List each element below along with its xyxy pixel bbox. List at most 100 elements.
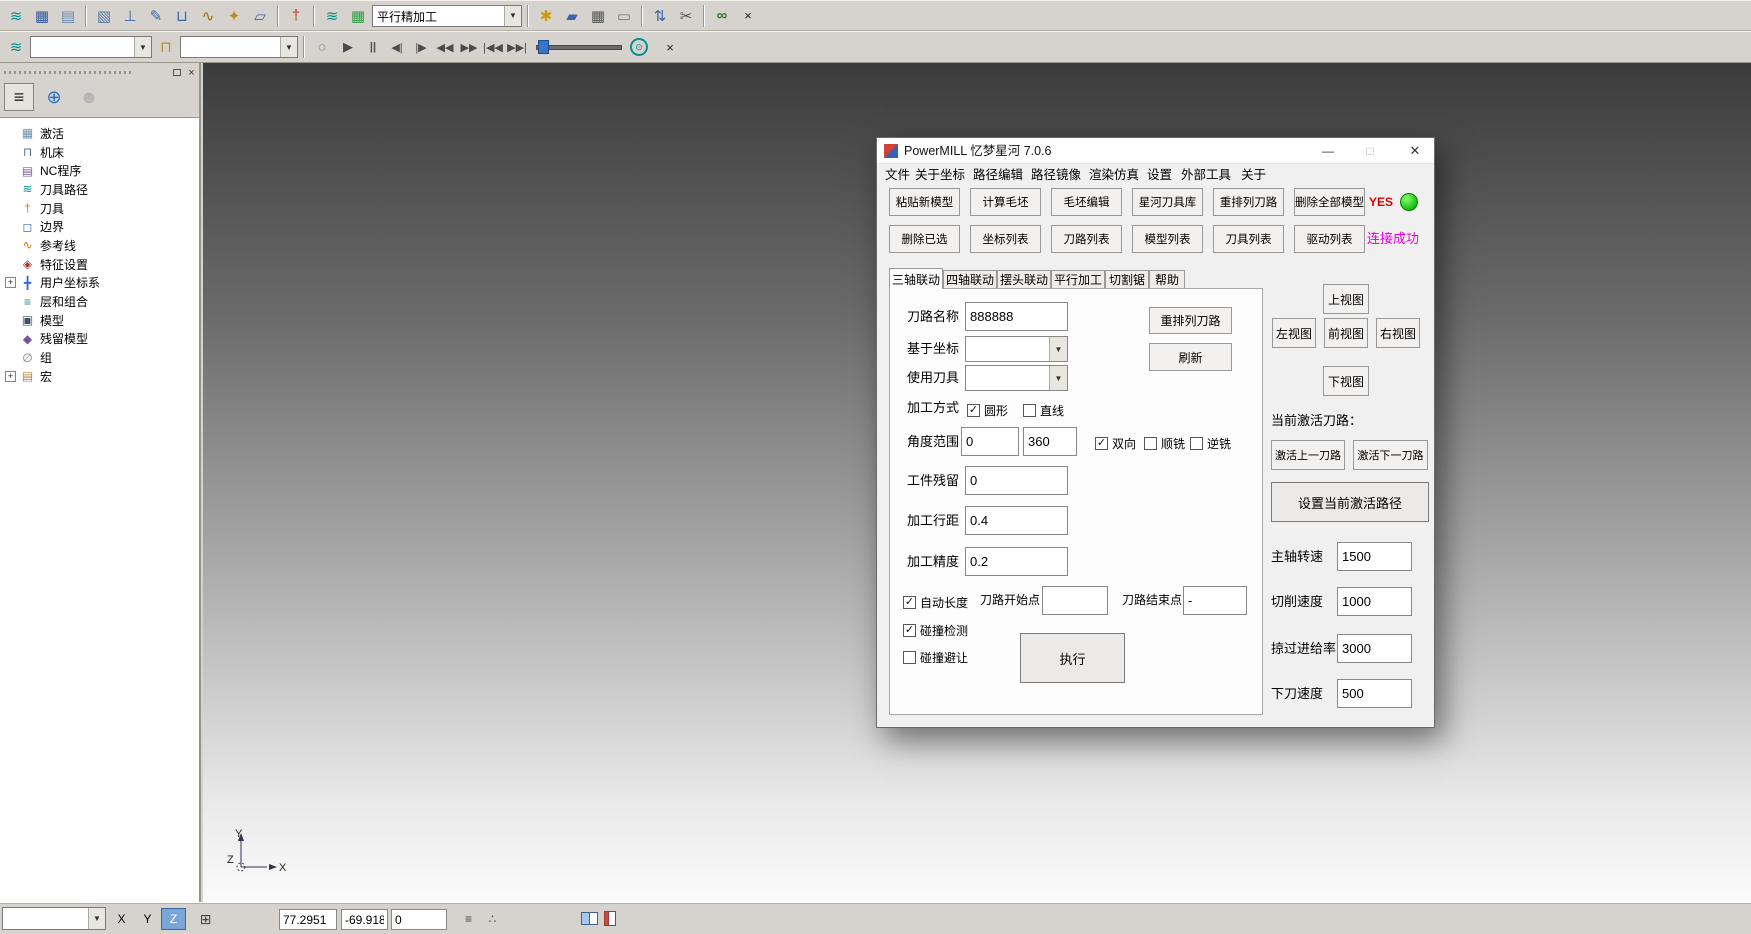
rewind-icon[interactable]: ◀◀ <box>434 35 456 59</box>
ghost-icon[interactable]: ☻ <box>74 83 104 111</box>
collision-check-checkbox[interactable]: ✓ 碰撞检测 <box>903 622 968 639</box>
plunge-speed-input[interactable] <box>1337 679 1412 708</box>
use-tool-combobox[interactable]: ▼ <box>965 365 1068 391</box>
tree-item-workplanes[interactable]: +╋用户坐标系 <box>0 274 199 293</box>
tree-item-boundaries[interactable]: ◻边界 <box>0 217 199 236</box>
pause-icon[interactable]: || <box>362 35 384 59</box>
cutting-speed-input[interactable] <box>1337 587 1412 616</box>
paste-new-model-button[interactable]: 粘贴新模型 <box>889 188 960 216</box>
delete-selected-button[interactable]: 删除已选 <box>889 225 960 253</box>
simulation-speed-slider[interactable] <box>536 37 622 57</box>
chevron-down-icon[interactable]: ▼ <box>504 6 521 26</box>
tool-library-button[interactable]: 星河刀具库 <box>1132 188 1203 216</box>
tree-item-patterns[interactable]: ∿参考线 <box>0 236 199 255</box>
conventional-mill-checkbox[interactable]: 逆铣 <box>1190 435 1231 452</box>
menu-about-coords[interactable]: 关于坐标 <box>915 164 965 186</box>
minimize-icon[interactable]: — <box>1310 138 1346 164</box>
tree-item-tools[interactable]: †刀具 <box>0 199 199 218</box>
toolbar-close-icon[interactable]: × <box>736 4 760 28</box>
expand-icon[interactable]: + <box>5 277 16 288</box>
chevron-down-icon[interactable]: ▼ <box>88 908 105 929</box>
stock-remain-input[interactable] <box>965 466 1068 495</box>
simulation-toolpath-combobox[interactable]: ▼ <box>30 36 152 58</box>
stock-edit-button[interactable]: 毛坯编辑 <box>1051 188 1122 216</box>
toolbar-close-icon[interactable]: × <box>658 35 682 59</box>
tab-parallel[interactable]: 平行加工 <box>1051 270 1105 289</box>
tree-item-machine[interactable]: ⊓机床 <box>0 143 199 162</box>
tab-3axis[interactable]: 三轴联动 <box>889 268 943 289</box>
print-icon[interactable]: ▤ <box>56 4 80 28</box>
go-to-end-icon[interactable]: ▶▶| <box>506 35 528 59</box>
star-tool-icon[interactable]: ✱ <box>534 4 558 28</box>
light-icon[interactable]: ○ <box>310 35 334 59</box>
refresh-button[interactable]: 刷新 <box>1149 343 1232 371</box>
panel-float-icon[interactable] <box>170 66 183 79</box>
toolpath-name-input[interactable] <box>965 302 1068 331</box>
based-coord-combobox[interactable]: ▼ <box>965 336 1068 362</box>
right-view-button[interactable]: 右视图 <box>1376 318 1420 348</box>
go-to-start-icon[interactable]: |◀◀ <box>482 35 504 59</box>
rearrange-toolpaths-button[interactable]: 重排列刀路 <box>1213 188 1284 216</box>
drive-list-button[interactable]: 驱动列表 <box>1294 225 1365 253</box>
toolpath-layers-icon[interactable]: ≋ <box>4 35 28 59</box>
step-forward-icon[interactable]: |▶ <box>410 35 432 59</box>
delete-all-models-button[interactable]: 删除全部模型 <box>1294 188 1365 216</box>
x-axis-button[interactable]: X <box>109 908 134 930</box>
cursor-z-input[interactable] <box>391 909 447 930</box>
climb-mill-checkbox[interactable]: 顺铣 <box>1144 435 1185 452</box>
coord-list-button[interactable]: 坐标列表 <box>970 225 1041 253</box>
clock-speed-icon[interactable]: ⊙ <box>630 38 648 56</box>
explorer-tree-icon[interactable]: ≡ <box>4 83 34 111</box>
bidirectional-checkbox[interactable]: ✓ 双向 <box>1095 435 1136 452</box>
menu-path-mirror[interactable]: 路径镜像 <box>1031 164 1081 186</box>
grid-snap-icon[interactable]: ⊞ <box>193 908 218 930</box>
world-view-icon[interactable]: ⊕ <box>39 83 69 111</box>
tree-item-models[interactable]: ▣模型 <box>0 311 199 330</box>
transform-icon[interactable]: ✦ <box>222 4 246 28</box>
fast-forward-icon[interactable]: ▶▶ <box>458 35 480 59</box>
curve-icon[interactable]: ∿ <box>196 4 220 28</box>
scissors-icon[interactable]: ✂ <box>674 4 698 28</box>
angle-end-input[interactable] <box>1023 427 1077 456</box>
y-axis-button[interactable]: Y <box>135 908 160 930</box>
binoculars-search-icon[interactable]: ∞ <box>710 4 734 28</box>
toolpath-list-button[interactable]: 刀路列表 <box>1051 225 1122 253</box>
spindle-speed-input[interactable] <box>1337 542 1412 571</box>
simulation-tool-combobox[interactable]: ▼ <box>180 36 298 58</box>
measure-icon[interactable]: ⊔ <box>170 4 194 28</box>
collision-avoid-checkbox[interactable]: 碰撞避让 <box>903 649 968 666</box>
calculator-icon[interactable]: ▦ <box>586 4 610 28</box>
tree-item-toolpaths[interactable]: ≋刀具路径 <box>0 180 199 199</box>
workplane-icon[interactable]: ⊥ <box>118 4 142 28</box>
execute-button[interactable]: 执行 <box>1020 633 1125 683</box>
activate-next-toolpath-button[interactable]: 激活下一刀路 <box>1353 440 1428 470</box>
save-icon[interactable]: ▦ <box>30 4 54 28</box>
tree-item-macros[interactable]: +▤宏 <box>0 367 199 386</box>
menu-render-sim[interactable]: 渲染仿真 <box>1089 164 1139 186</box>
panel-grip[interactable] <box>4 71 134 74</box>
strategy-combobox[interactable]: 平行精加工 ▼ <box>372 5 522 27</box>
maximize-icon[interactable]: □ <box>1352 138 1388 164</box>
expand-icon[interactable]: + <box>5 371 16 382</box>
slider-handle[interactable] <box>538 40 549 54</box>
step-back-icon[interactable]: ◀| <box>386 35 408 59</box>
menu-about[interactable]: 关于 <box>1241 164 1266 186</box>
front-view-button[interactable]: 前视图 <box>1324 318 1368 348</box>
lift-table-icon[interactable]: ⇅ <box>648 4 672 28</box>
tree-item-levels-sets[interactable]: ≡层和组合 <box>0 292 199 311</box>
cursor-y-input[interactable] <box>341 909 388 930</box>
chevron-down-icon[interactable]: ▼ <box>134 37 151 57</box>
top-view-button[interactable]: 上视图 <box>1323 284 1369 314</box>
block-icon[interactable]: ▧ <box>92 4 116 28</box>
menu-external-tools[interactable]: 外部工具 <box>1181 164 1231 186</box>
document-compare-icon[interactable] <box>604 911 616 926</box>
model-list-button[interactable]: 模型列表 <box>1132 225 1203 253</box>
activate-prev-toolpath-button[interactable]: 激活上一刀路 <box>1271 440 1345 470</box>
tree-item-stock-models[interactable]: ◆残留模型 <box>0 330 199 349</box>
plane-icon[interactable]: ▰ <box>560 4 584 28</box>
tree-item-feature-sets[interactable]: ◈特征设置 <box>0 255 199 274</box>
calc-stock-button[interactable]: 计算毛坯 <box>970 188 1041 216</box>
copy-icon[interactable]: ▱ <box>248 4 272 28</box>
split-view-icon[interactable] <box>581 912 598 925</box>
start-point-input[interactable] <box>1042 586 1108 615</box>
